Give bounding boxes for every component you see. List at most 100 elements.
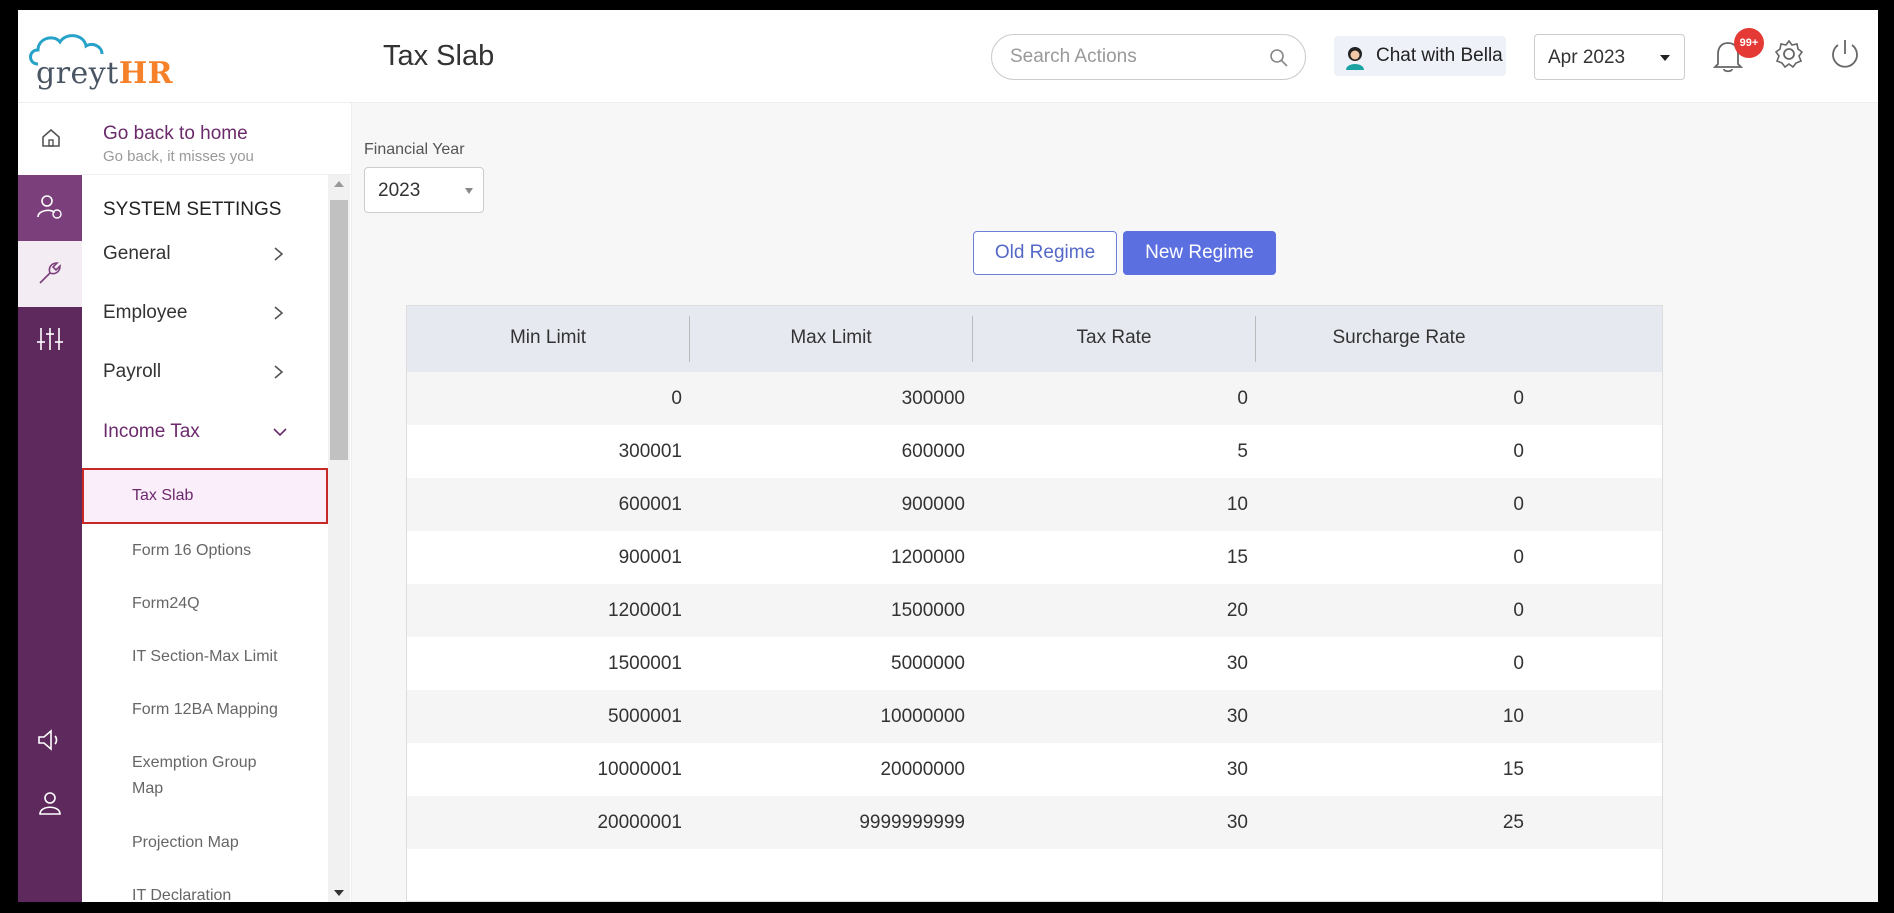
min-limit-cell: 1500001 [608,653,682,674]
rail-home[interactable] [18,103,82,175]
rail-tools[interactable] [18,241,82,307]
column-header: Max Limit [790,327,872,348]
table-row: 900001 1200000 15 0 [407,531,1662,584]
submenu-item-form12ba-mapping[interactable]: Form 12BA Mapping [82,683,328,736]
new-regime-button[interactable]: New Regime [1123,231,1276,275]
surcharge-rate-cell: 0 [1513,653,1524,674]
submenu-item-it-declaration[interactable]: IT Declaration [82,869,328,902]
min-limit-cell: 5000001 [608,706,682,727]
logo-brand-main: greyt [36,56,119,91]
table-row: 5000001 10000000 30 10 [407,690,1662,743]
submenu-item-label: IT Section-Max Limit [132,648,278,665]
menu-item-label: Payroll [103,361,162,382]
menu-item-label: Employee [103,302,188,323]
greythr-logo[interactable]: greytHR [26,28,176,91]
min-limit-cell: 20000001 [597,812,682,833]
table-row: 1500001 5000000 30 0 [407,637,1662,690]
surcharge-rate-cell: 0 [1513,600,1524,621]
submenu-item-form24q[interactable]: Form24Q [82,577,328,630]
user-icon[interactable] [36,789,64,817]
tax-rate-cell: 30 [1226,653,1248,674]
search-input[interactable] [1010,43,1265,71]
chevron-down-icon [273,428,287,437]
logo-brand-accent: HR [118,56,174,91]
power-icon[interactable] [1828,37,1862,71]
tax-slab-table: Min Limit Max Limit Tax Rate Surcharge R… [406,305,1663,902]
tax-rate-cell: 20 [1226,600,1248,621]
submenu-item-it-section-max-limit[interactable]: IT Section-Max Limit [82,630,328,683]
sidebar-scrollbar[interactable] [328,175,350,902]
financial-year-select[interactable]: 2023 [364,167,484,213]
megaphone-icon[interactable] [36,726,64,754]
submenu-item-label: Tax Slab [132,487,194,504]
rail-user-settings[interactable] [18,175,82,241]
scroll-up-arrow-icon[interactable] [334,181,344,187]
chevron-right-icon [274,306,284,320]
menu-item-employee[interactable]: Employee [82,289,328,337]
min-limit-cell: 300001 [618,441,682,462]
surcharge-rate-cell: 25 [1502,812,1524,833]
table-row: 20000001 9999999999 30 25 [407,796,1662,849]
table-row: 0 300000 0 0 [407,372,1662,425]
scrollbar-thumb[interactable] [330,200,348,460]
table-row: 1200001 1500000 20 0 [407,584,1662,637]
sliders-icon[interactable] [36,325,64,353]
menu-item-general[interactable]: General [82,230,328,278]
max-limit-cell: 10000000 [880,706,965,727]
submenu-item-form16-options[interactable]: Form 16 Options [82,524,328,577]
table-row: 600001 900000 10 0 [407,478,1662,531]
period-select[interactable]: Apr 2023 [1534,34,1685,80]
caret-down-icon [1660,55,1670,61]
submenu-item-label: Form24Q [132,595,200,612]
logo-text: greytHR [36,56,173,91]
surcharge-rate-cell: 15 [1502,759,1524,780]
submenu-item-label: Form 12BA Mapping [132,701,278,718]
min-limit-cell: 900001 [618,547,682,568]
scroll-down-arrow-icon[interactable] [334,890,344,896]
chat-with-bella-button[interactable]: Chat with Bella [1334,36,1506,76]
user-settings-icon[interactable] [36,193,64,221]
rail-profile[interactable] [18,771,82,837]
submenu-item-exemption-group-map[interactable]: Exemption Group Map [82,736,328,816]
table-row: 10000001 20000000 30 15 [407,743,1662,796]
surcharge-rate-cell: 0 [1513,388,1524,409]
old-regime-button[interactable]: Old Regime [973,231,1117,275]
tax-rate-cell: 15 [1226,547,1248,568]
rail-announcements[interactable] [18,708,82,774]
search-icon[interactable] [1269,48,1289,68]
icon-rail [18,103,82,902]
wrench-icon[interactable] [36,259,64,287]
main-content: Financial Year 2023 Old Regime New Regim… [352,103,1878,902]
table-header: Min Limit Max Limit Tax Rate Surcharge R… [407,306,1662,372]
max-limit-cell: 20000000 [880,759,965,780]
rail-adjustments[interactable] [18,307,82,373]
tax-rate-cell: 30 [1226,759,1248,780]
surcharge-rate-cell: 0 [1513,494,1524,515]
go-back-title: Go back to home [103,123,248,144]
min-limit-cell: 0 [671,388,682,409]
surcharge-rate-cell: 10 [1502,706,1524,727]
min-limit-cell: 10000001 [597,759,682,780]
surcharge-rate-cell: 0 [1513,441,1524,462]
chevron-right-icon [274,365,284,379]
min-limit-cell: 600001 [618,494,682,515]
submenu-item-tax-slab[interactable]: Tax Slab [82,468,328,524]
tax-rate-cell: 0 [1237,388,1248,409]
home-icon[interactable] [40,127,62,149]
submenu-item-label: Form 16 Options [132,542,252,559]
notification-badge: 99+ [1734,28,1764,58]
settings-menu: SYSTEM SETTINGS General Employee Payroll… [82,175,328,902]
submenu-item-projection-map[interactable]: Projection Map [82,816,328,869]
menu-item-payroll[interactable]: Payroll [82,348,328,396]
search-box[interactable] [991,34,1306,80]
menu-item-income-tax[interactable]: Income Tax [82,408,328,456]
max-limit-cell: 1500000 [891,600,965,621]
period-value: Apr 2023 [1548,47,1626,68]
go-back-home-link[interactable]: Go back to home Go back, it misses you [82,103,352,175]
gear-icon[interactable] [1773,38,1805,70]
column-header: Tax Rate [1076,327,1152,348]
tax-rate-cell: 30 [1226,706,1248,727]
chat-with-bella-label: Chat with Bella [1376,45,1503,66]
menu-item-label: Income Tax [103,421,200,442]
system-settings-heading: SYSTEM SETTINGS [103,199,282,220]
